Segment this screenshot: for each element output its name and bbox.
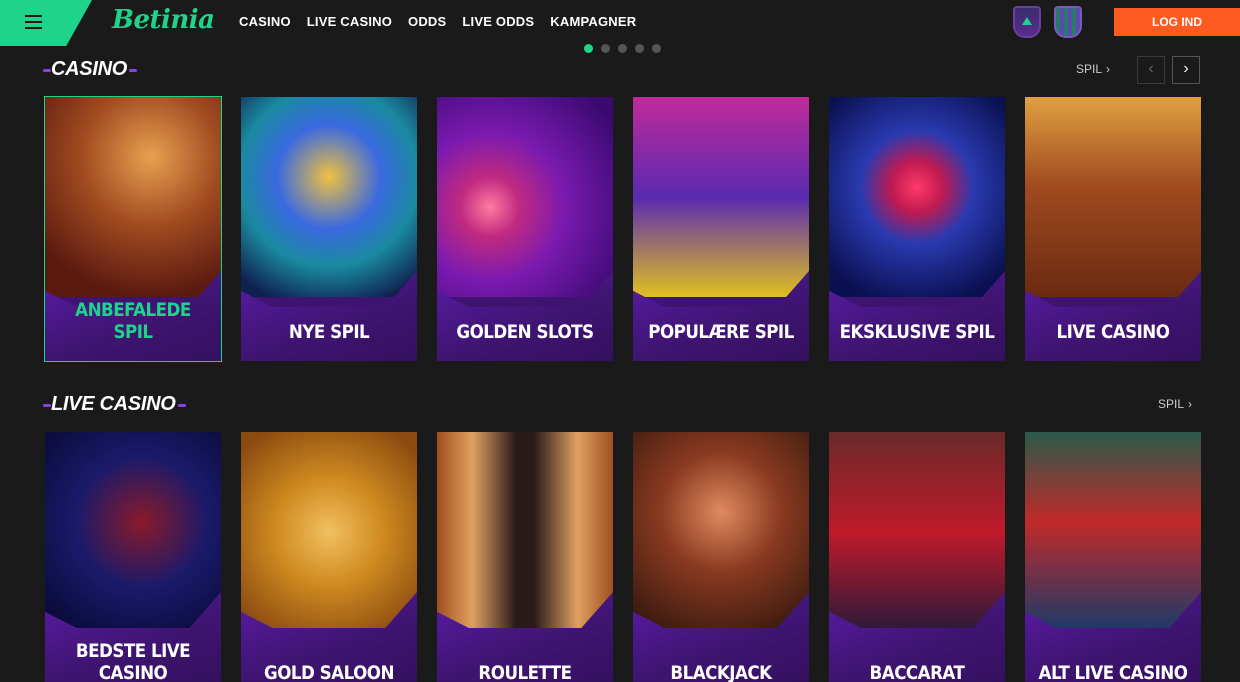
- carousel-dot[interactable]: [618, 44, 627, 53]
- card-label: ANBEFALEDE SPIL: [75, 299, 191, 343]
- card-label: BEDSTE LIVE CASINO: [75, 640, 191, 682]
- card-artwork: [1025, 432, 1201, 632]
- live-card-alt-live-casino[interactable]: ALT LIVE CASINO: [1025, 432, 1201, 682]
- team-badge-icon[interactable]: [1054, 6, 1082, 38]
- card-label: GOLD SALOON: [264, 662, 394, 682]
- carousel-dot[interactable]: [635, 44, 644, 53]
- casino-prev-button[interactable]: ‹: [1137, 56, 1165, 84]
- carousel-dot[interactable]: [584, 44, 593, 53]
- menu-button[interactable]: [0, 0, 92, 46]
- spil-label: SPIL: [1076, 62, 1103, 76]
- card-artwork: [45, 97, 221, 297]
- casino-card-eksklusive-spil[interactable]: EKSKLUSIVE SPIL: [829, 97, 1005, 361]
- card-artwork: [829, 97, 1005, 297]
- card-label: EKSKLUSIVE SPIL: [839, 321, 995, 343]
- casino-card-nye-spil[interactable]: NYE SPIL: [241, 97, 417, 361]
- card-label: GOLDEN SLOTS: [456, 321, 594, 343]
- chevron-right-icon: ›: [1188, 397, 1193, 411]
- card-label: LIVE CASINO: [1056, 321, 1170, 343]
- live-casino-section-title: LIVE CASINO: [43, 393, 185, 415]
- card-label: NYE SPIL: [288, 321, 370, 343]
- nav-live-odds[interactable]: LIVE ODDS: [462, 14, 534, 29]
- menu-icon: [25, 15, 42, 33]
- spil-label: SPIL: [1158, 397, 1185, 411]
- live-card-gold-saloon[interactable]: GOLD SALOON: [241, 432, 417, 682]
- card-label: ALT LIVE CASINO: [1038, 662, 1188, 682]
- live-casino-cards-row: BEDSTE LIVE CASINO GOLD SALOON ROULETTE …: [45, 432, 1201, 682]
- betinia-logo[interactable]: Betinia: [112, 5, 215, 35]
- nav-odds[interactable]: ODDS: [408, 14, 446, 29]
- card-artwork: [1025, 97, 1201, 297]
- card-artwork: [241, 97, 417, 297]
- chevron-left-icon: ‹: [1148, 60, 1154, 77]
- card-artwork: [437, 432, 613, 632]
- live-card-bedste-live-casino[interactable]: BEDSTE LIVE CASINO: [45, 432, 221, 682]
- card-label: ROULETTE: [478, 662, 572, 682]
- top-header: Betinia CASINO LIVE CASINO ODDS LIVE ODD…: [0, 0, 1240, 46]
- carousel-dot[interactable]: [601, 44, 610, 53]
- live-card-baccarat[interactable]: BACCARAT: [829, 432, 1005, 682]
- nav-kampagner[interactable]: KAMPAGNER: [550, 14, 636, 29]
- casino-cards-row: ANBEFALEDE SPIL NYE SPIL GOLDEN SLOTS PO…: [44, 96, 1201, 362]
- team-badge-icon[interactable]: [1013, 6, 1041, 38]
- chevron-right-icon: ›: [1106, 62, 1111, 76]
- casino-next-button[interactable]: ›: [1172, 56, 1200, 84]
- card-artwork: [829, 432, 1005, 632]
- nav-casino[interactable]: CASINO: [239, 14, 291, 29]
- card-artwork: [241, 432, 417, 632]
- card-label: BLACKJACK: [670, 662, 772, 682]
- casino-card-populaere-spil[interactable]: POPULÆRE SPIL: [633, 97, 809, 361]
- card-label: BACCARAT: [869, 662, 965, 682]
- chevron-right-icon: ›: [1183, 60, 1189, 77]
- casino-section-title: CASINO: [43, 58, 137, 80]
- live-casino-spil-link[interactable]: SPIL ›: [1158, 397, 1192, 411]
- nav-live-casino[interactable]: LIVE CASINO: [307, 14, 392, 29]
- casino-card-live-casino[interactable]: LIVE CASINO: [1025, 97, 1201, 361]
- live-card-blackjack[interactable]: BLACKJACK: [633, 432, 809, 682]
- login-button[interactable]: LOG IND: [1114, 8, 1240, 36]
- carousel-dots: [584, 44, 661, 53]
- card-label: POPULÆRE SPIL: [648, 321, 794, 343]
- card-artwork: [437, 97, 613, 297]
- casino-spil-link[interactable]: SPIL ›: [1076, 62, 1110, 76]
- casino-card-golden-slots[interactable]: GOLDEN SLOTS: [437, 97, 613, 361]
- casino-card-anbefalede-spil[interactable]: ANBEFALEDE SPIL: [44, 96, 222, 362]
- live-card-roulette[interactable]: ROULETTE: [437, 432, 613, 682]
- card-artwork: [45, 432, 221, 632]
- card-artwork: [633, 432, 809, 632]
- main-nav: CASINO LIVE CASINO ODDS LIVE ODDS KAMPAG…: [239, 14, 636, 29]
- carousel-dot[interactable]: [652, 44, 661, 53]
- card-artwork: [633, 97, 809, 297]
